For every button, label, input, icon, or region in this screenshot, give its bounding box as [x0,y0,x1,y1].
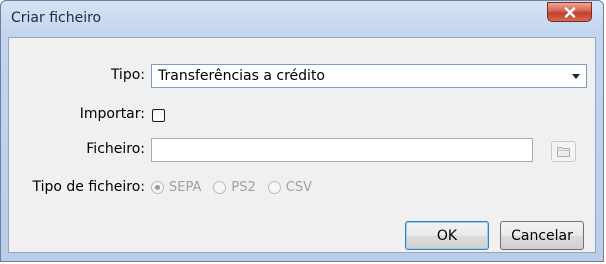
close-icon [564,6,576,18]
radio-ps2[interactable]: PS2 [213,179,256,195]
dialog-body: Tipo: Transferências a crédito Importar:… [8,37,596,253]
close-button[interactable] [547,2,592,22]
chevron-down-icon [572,74,580,79]
tipo-select[interactable]: Transferências a crédito [151,64,587,88]
radio-csv-circle[interactable] [267,180,281,194]
title-bar[interactable]: Criar ficheiro [1,1,603,37]
cancel-button[interactable]: Cancelar [500,221,584,250]
radio-ps2-circle[interactable] [213,180,227,194]
radio-csv-label: CSV [285,179,312,195]
importar-label: Importar: [79,106,145,122]
radio-sepa[interactable]: SEPA [151,180,201,195]
ok-button[interactable]: OK [405,221,489,250]
radio-csv[interactable]: CSV [267,179,312,195]
window-title: Criar ficheiro [11,10,102,26]
radio-sepa-circle[interactable] [151,180,164,194]
browse-button[interactable] [551,141,576,162]
tipo-select-value: Transferências a crédito [158,68,326,84]
folder-icon [557,142,570,161]
tipo-ficheiro-radio-group: SEPA PS2 CSV [151,178,324,196]
ficheiro-label: Ficheiro: [86,141,145,157]
tipo-label: Tipo: [110,67,145,83]
ficheiro-input[interactable] [151,138,533,162]
radio-sepa-label: SEPA [169,179,202,195]
dialog-window: Criar ficheiro Tipo: Transferências a cr… [0,0,604,262]
importar-checkbox[interactable] [152,109,165,122]
tipo-ficheiro-label: Tipo de ficheiro: [32,179,146,195]
radio-ps2-label: PS2 [231,179,256,195]
